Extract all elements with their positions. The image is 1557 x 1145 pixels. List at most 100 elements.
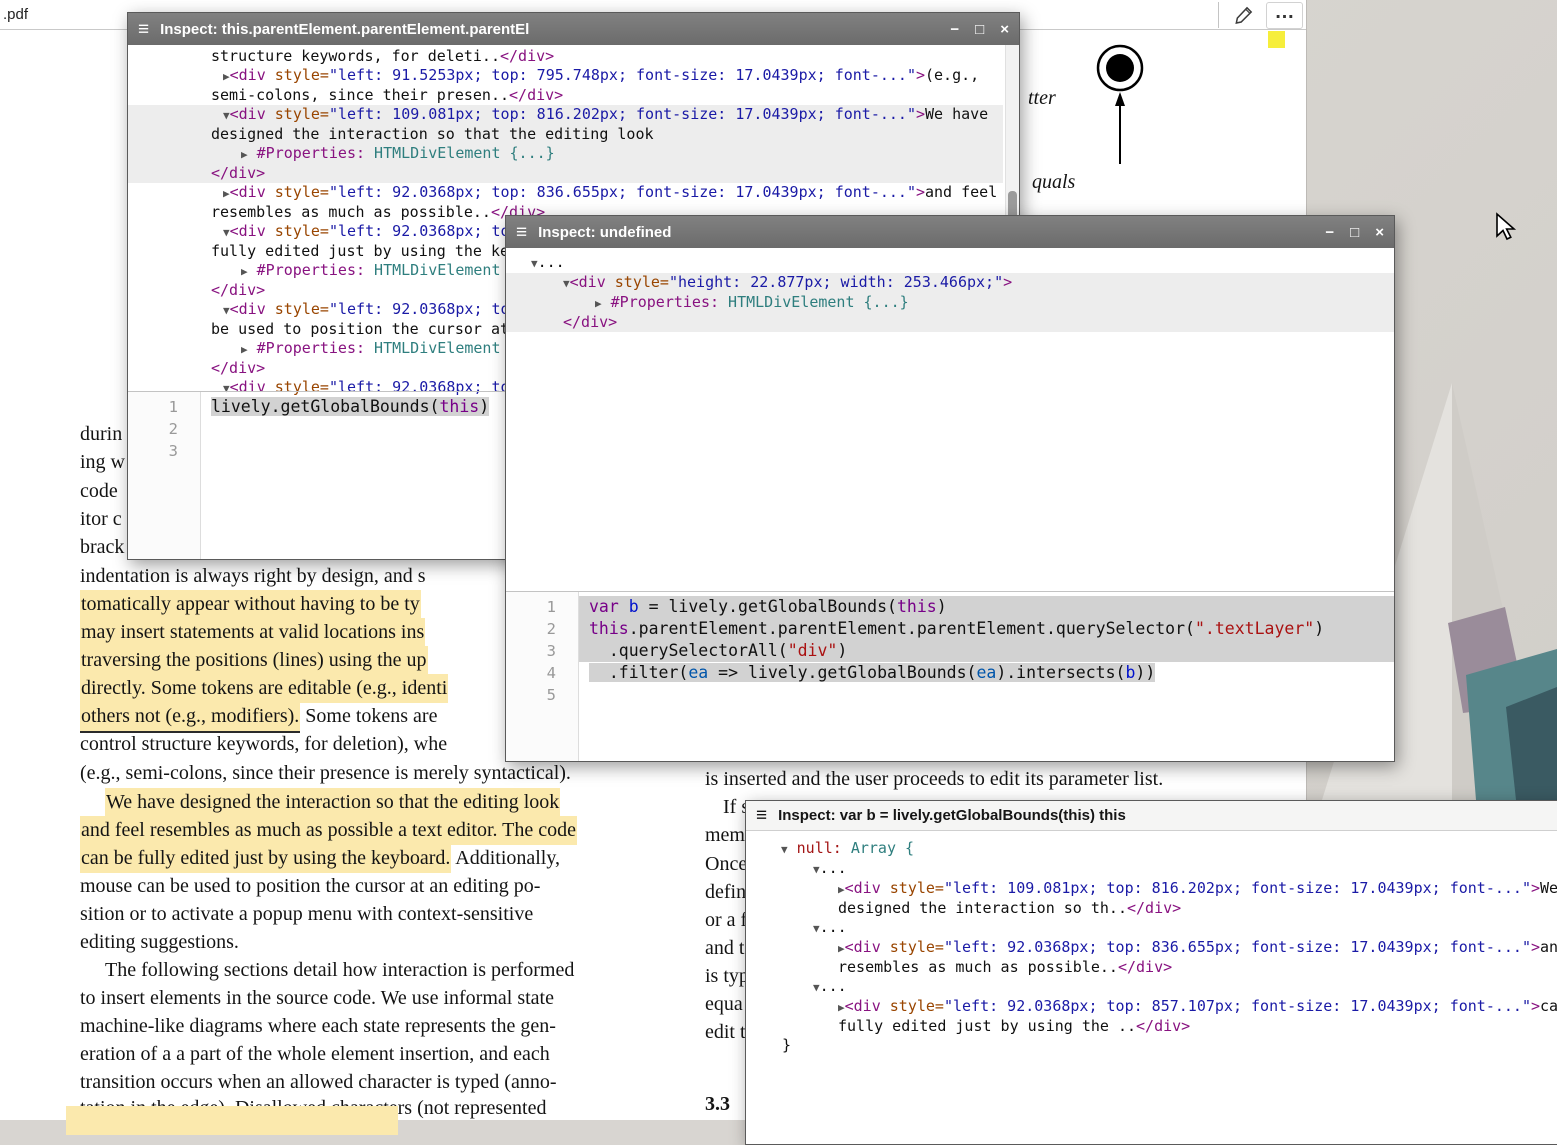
tree-row[interactable]: ▶<div style="left: 91.5253px; top: 795.7…	[128, 66, 1003, 86]
expand-arrow-icon: ▶	[223, 70, 230, 83]
properties-label-token: #Properties:	[248, 261, 365, 279]
tree-row[interactable]: structure keywords, for deleti..</div>	[128, 47, 1003, 66]
inspector-window-2[interactable]: ≡ Inspect: undefined − □ × ▼...▼<div sty…	[505, 215, 1395, 762]
minimize-button[interactable]: −	[950, 21, 959, 38]
tree-row[interactable]: ▼...	[746, 918, 1557, 938]
tag-token: <div	[845, 938, 881, 956]
tag-token: >	[1531, 879, 1540, 897]
expand-arrow-icon: ▼	[223, 304, 230, 317]
selection: .filter(ea => lively.getGlobalBounds(ea)…	[589, 663, 1155, 682]
tree-row[interactable]: ▼...	[506, 253, 1394, 273]
tree-row[interactable]: ▶<div style="left: 92.0368px; top: 836.6…	[128, 183, 1003, 203]
expand-arrow-icon: ▶	[241, 343, 248, 356]
string-token: "div"	[788, 641, 838, 660]
tree-row[interactable]: ▼...	[746, 977, 1557, 997]
attribute-name-token: style=	[266, 105, 329, 123]
text-token: ...	[538, 253, 565, 271]
plain-token: = lively.getGlobalBounds(	[639, 597, 897, 616]
tree-row[interactable]: ▶ #Properties: HTMLDivElement {...}	[506, 293, 1394, 313]
keyword-token: this	[897, 597, 937, 616]
tree-row[interactable]: designed the interaction so that the edi…	[128, 125, 1003, 144]
close-button[interactable]: ×	[1000, 21, 1009, 38]
tree-row[interactable]: semi-colons, since their presen..</div>	[128, 86, 1003, 105]
expand-arrow-icon: ▶	[595, 297, 602, 310]
tag-token: <div	[570, 273, 606, 291]
maximize-button[interactable]: □	[1350, 224, 1359, 241]
tag-token: </div>	[509, 86, 563, 104]
menu-icon[interactable]: ≡	[756, 806, 767, 825]
expand-arrow-icon: ▶	[838, 942, 845, 955]
attribute-name-token: style=	[266, 222, 329, 240]
attribute-value-token: "left: 91.5253px; top: 795.748px; font-s…	[329, 66, 916, 84]
code-line[interactable]: .filter(ea => lively.getGlobalBounds(ea)…	[579, 662, 1394, 684]
attribute-name-token: style=	[606, 273, 669, 291]
minimize-button[interactable]: −	[1325, 224, 1334, 241]
tree-row[interactable]: ▶<div style="left: 109.081px; top: 816.2…	[746, 879, 1557, 899]
tree-row[interactable]: resembles as much as possible..</div>	[746, 958, 1557, 977]
tree-row[interactable]: ▶ #Properties: HTMLDivElement {...}	[128, 144, 1003, 164]
maximize-button[interactable]: □	[975, 21, 984, 38]
expand-arrow-icon: ▼	[813, 863, 820, 876]
class-token: HTMLDivElement {...}	[365, 144, 555, 162]
variable-token: ea	[976, 663, 996, 682]
code-line[interactable]: this.parentElement.parentElement.parentE…	[579, 618, 1394, 640]
expand-arrow-icon: ▶	[838, 1001, 845, 1014]
window-titlebar[interactable]: ≡ Inspect: this.parentElement.parentElem…	[128, 13, 1019, 45]
text-token: fully edited just by using the ..	[838, 1017, 1136, 1035]
tag-token: </div>	[1118, 958, 1172, 976]
plain-token: )	[479, 397, 489, 416]
close-button[interactable]: ×	[1375, 224, 1384, 241]
text-token: designed the interaction so that the edi…	[211, 125, 654, 143]
expand-arrow-icon: ▶	[223, 187, 230, 200]
text-token: can be	[1540, 997, 1557, 1015]
tag-token: </div>	[211, 281, 265, 299]
attribute-value-token: "height: 22.877px; width: 253.466px;"	[669, 273, 1003, 291]
window-titlebar[interactable]: ≡ Inspect: undefined − □ ×	[506, 216, 1394, 248]
plain-token: ))	[1135, 663, 1155, 682]
tree-row[interactable]: }	[746, 1036, 1557, 1055]
tree-row[interactable]: ▼ null: Array {	[746, 839, 1557, 859]
tree-row[interactable]: ▼...	[746, 859, 1557, 879]
property-name-token: null:	[788, 839, 842, 857]
menu-icon[interactable]: ≡	[516, 223, 527, 242]
window-title: Inspect: this.parentElement.parentElemen…	[160, 21, 529, 38]
tree-row[interactable]: ▶<div style="left: 92.0368px; top: 857.1…	[746, 997, 1557, 1017]
plain-token: .filter(	[589, 663, 688, 682]
tag-token: >	[916, 183, 925, 201]
expand-arrow-icon: ▼	[781, 843, 788, 856]
window-titlebar[interactable]: ≡ Inspect: var b = lively.getGlobalBound…	[746, 801, 1557, 831]
tag-token: </div>	[1127, 899, 1181, 917]
text-token: and feel	[925, 183, 997, 201]
code-line[interactable]: .querySelectorAll("div")	[579, 640, 1394, 662]
tag-token: </div>	[563, 313, 617, 331]
editor-code[interactable]: var b = lively.getGlobalBounds(this)this…	[579, 592, 1394, 761]
text-token: and feel	[1540, 938, 1557, 956]
tree-row[interactable]: </div>	[128, 164, 1003, 183]
window-title: Inspect: var b = lively.getGlobalBounds(…	[778, 807, 1126, 824]
properties-label-token: #Properties:	[602, 293, 719, 311]
inspector-window-3[interactable]: ≡ Inspect: var b = lively.getGlobalBound…	[745, 800, 1557, 1145]
tag-token: <div	[230, 183, 266, 201]
attribute-name-token: style=	[266, 183, 329, 201]
code-line[interactable]: var b = lively.getGlobalBounds(this)	[579, 596, 1394, 618]
text-token: ...	[820, 859, 847, 877]
tree-row[interactable]: </div>	[506, 313, 1394, 332]
menu-icon[interactable]: ≡	[138, 20, 149, 39]
plain-token: ).intersects(	[996, 663, 1125, 682]
attribute-value-token: "left: 109.081px; top: 816.202px; font-s…	[329, 105, 916, 123]
expand-arrow-icon: ▶	[838, 883, 845, 896]
plain-token: lively.getGlobalBounds(	[211, 397, 439, 416]
tree-row[interactable]: fully edited just by using the ..</div>	[746, 1017, 1557, 1036]
keyword-token: var	[589, 597, 619, 616]
tree-row[interactable]: designed the interaction so th..</div>	[746, 899, 1557, 918]
tree-row[interactable]: ▼<div style="left: 109.081px; top: 816.2…	[128, 105, 1003, 125]
properties-label-token: #Properties:	[248, 144, 365, 162]
line-number: 4	[506, 662, 578, 684]
line-number: 2	[128, 418, 200, 440]
text-token: resembles as much as possible..	[838, 958, 1118, 976]
doc-text-italic: quals	[1032, 171, 1075, 193]
variable-token: ea	[688, 663, 708, 682]
tree-row[interactable]: ▼<div style="height: 22.877px; width: 25…	[506, 273, 1394, 293]
code-editor[interactable]: 12345 var b = lively.getGlobalBounds(thi…	[506, 591, 1394, 761]
tree-row[interactable]: ▶<div style="left: 92.0368px; top: 836.6…	[746, 938, 1557, 958]
